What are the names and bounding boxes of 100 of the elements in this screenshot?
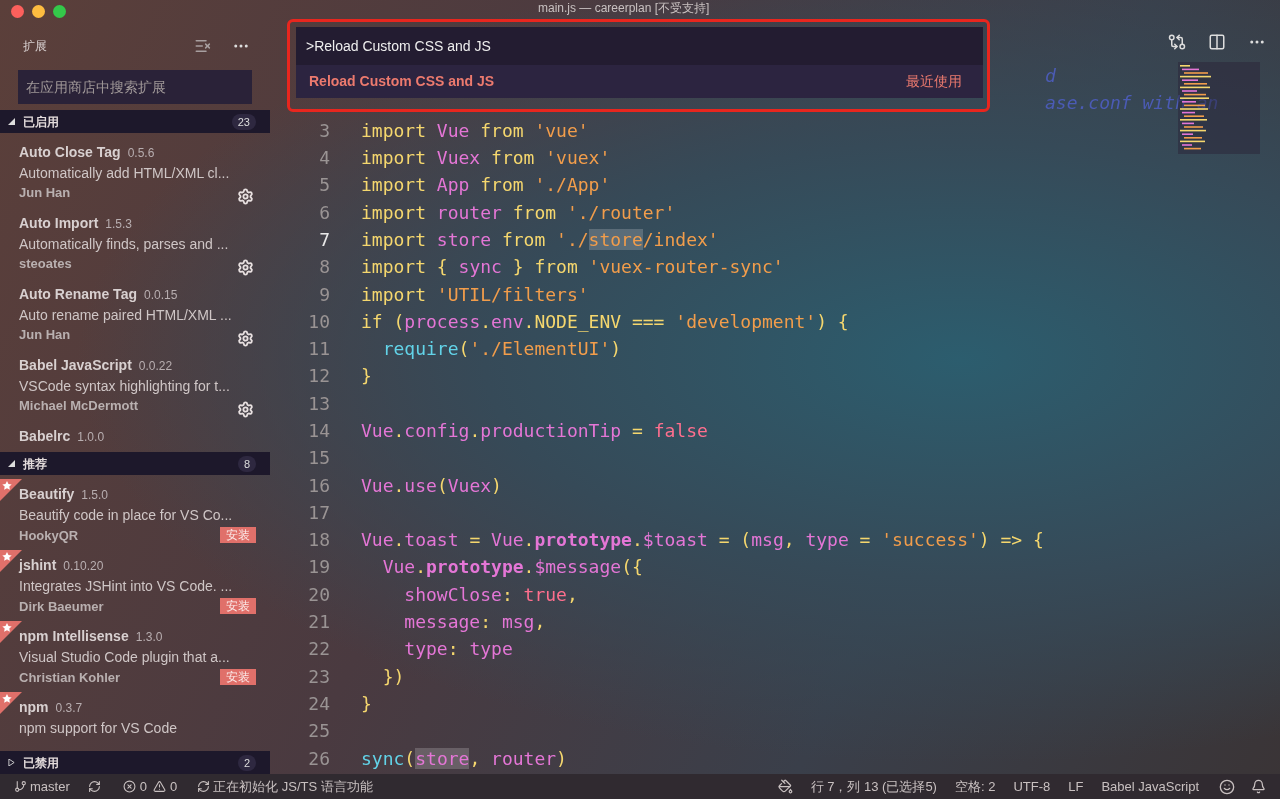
command-detail: 最近使用 [906,72,962,91]
extension-version: 0.0.22 [138,358,173,375]
encoding[interactable]: UTF-8 [1013,776,1051,797]
collapsed-triangle-icon [8,759,15,766]
code-line: Vue.toast = Vue.prototype.$toast = (msg, type = 'success') => { [361,528,1044,553]
line-number: 9 [319,283,330,305]
section-title: 已启用 [23,113,59,131]
line-number: 4 [319,147,330,169]
window-title: main.js — careerplan [不受支持] [538,1,710,15]
extension-name: Auto Close Tag [19,143,121,161]
line-number: 5 [319,174,330,196]
line-number: 6 [319,201,330,223]
extension-name: Beautify [19,485,75,504]
split-editor-icon[interactable] [1208,33,1226,51]
expanded-triangle-icon [8,460,15,468]
line-number: 24 [308,692,330,714]
notification-icon[interactable] [1251,779,1266,794]
line-number: 26 [308,747,330,769]
cursor-position[interactable]: 行 7，列 13 (已选择5) [810,776,937,797]
language-mode[interactable]: Babel JavaScript [1101,776,1199,797]
code-line: Vue.prototype.$message({ [381,555,643,580]
branch-name[interactable]: master [30,776,70,797]
branch-icon[interactable] [14,780,27,793]
code-line: message: msg, [403,610,546,635]
extension-description: Visual Studio Code plugin that a... [19,648,230,668]
line-number: 18 [308,529,330,551]
line-number: 19 [308,556,330,578]
command-result[interactable]: Reload Custom CSS and JS 最近使用 [296,65,983,98]
sidebar-title: 扩展 [23,38,47,55]
settings-icon[interactable] [237,329,254,347]
code-line: sync(store, router) [361,746,567,771]
settings-icon[interactable] [237,258,254,276]
extension-version: 1.5.3 [105,216,133,233]
extension-author: Christian Kohler [19,668,121,687]
code-line: import App from './App' [361,173,611,198]
extension-version: 0.5.6 [127,145,155,162]
section-header[interactable]: 已启用 23 [0,110,270,133]
line-number: 13 [308,392,330,414]
extension-name: npm Intellisense [19,627,129,646]
extension-name: npm [19,698,49,717]
extension-version: 1.0.0 [77,429,105,446]
code-line: } [361,691,372,716]
count-badge: 8 [237,455,256,472]
line-number: 23 [308,665,330,687]
error-icon[interactable] [122,780,136,793]
warning-icon[interactable] [152,780,166,793]
extension-name: Auto Rename Tag [19,285,137,303]
extension-author: HookyQR [19,526,79,545]
line-number: 15 [308,447,330,469]
bucket-icon[interactable] [777,779,793,794]
extension-description: VSCode syntax highlighting for t... [19,377,230,396]
extension-name: jshint [19,556,57,575]
warning-count[interactable]: 0 [169,776,178,797]
line-number: 16 [308,474,330,496]
count-badge: 2 [237,754,256,771]
line-number: 12 [308,365,330,387]
extension-description: Integrates JSHint into VS Code. ... [19,577,233,597]
line-number: 17 [308,501,330,523]
code-line: Vue.config.productionTip = false [361,419,708,443]
section-header[interactable]: 推荐 8 [0,452,270,476]
line-number: 25 [308,720,330,742]
line-number: 20 [308,583,330,605]
recommended-star-icon [0,479,22,502]
recommended-star-icon [0,692,22,715]
code-line: type: type [403,637,513,662]
code-line: import store from './store/index' [361,227,719,252]
maximize-window-button[interactable] [53,4,66,18]
extension-author: Michael McDermott [19,397,139,416]
line-ending[interactable]: LF [1068,776,1084,797]
extension-version: 1.3.0 [135,629,163,647]
code-line: import { sync } from 'vuex-router-sync' [361,255,784,280]
progress-icon [197,780,211,793]
section-title: 推荐 [23,455,47,473]
code-line: Vue.use(Vuex) [361,473,502,498]
indentation[interactable]: 空格: 2 [954,776,996,797]
code-line: require('./ElementUI') [381,337,622,362]
extension-description: Beautify code in place for VS Co... [19,506,233,526]
extension-name: Babel JavaScript [19,356,132,374]
settings-icon[interactable] [237,187,254,205]
section-title: 已禁用 [23,754,59,772]
section-header[interactable]: 已禁用 2 [0,751,270,774]
extension-author: Jun Han [19,326,71,345]
extension-version: 0.10.20 [63,558,104,576]
line-number: 8 [319,256,330,278]
command-label: Reload Custom CSS and JS [309,72,495,91]
extension-name: Babelrc [19,427,71,445]
clear-list-icon[interactable] [194,37,212,55]
line-number: 21 [308,611,330,633]
settings-icon[interactable] [237,400,254,418]
sync-icon[interactable] [87,780,101,793]
code-line: import Vuex from 'vuex' [361,146,611,171]
count-badge: 23 [231,113,256,130]
smiley-icon[interactable] [1219,778,1235,795]
search-field[interactable]: 在应用商店中搜索扩展 [18,70,252,104]
minimize-window-button[interactable] [32,4,45,18]
compare-icon[interactable] [1168,33,1186,51]
error-count[interactable]: 0 [139,776,147,797]
progress-text: 正在初始化 JS/TS 语言功能 [213,777,373,796]
close-window-button[interactable] [11,4,24,18]
command-input[interactable]: >Reload Custom CSS and JS [296,27,983,65]
